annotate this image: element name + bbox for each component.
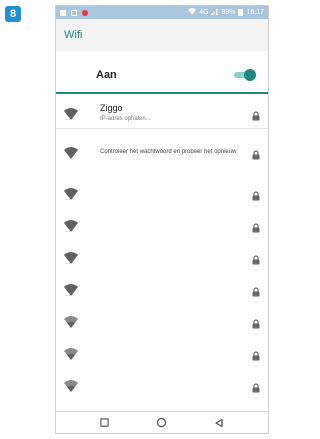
network-name: Ziggo bbox=[100, 103, 123, 113]
lock-icon bbox=[252, 348, 260, 361]
network-item[interactable]: Controleer het wachtwoord en probeer het… bbox=[56, 129, 268, 177]
wifi-signal-icon bbox=[64, 283, 78, 296]
notification-icon bbox=[60, 9, 66, 16]
network-item[interactable] bbox=[56, 305, 268, 337]
wifi-signal-icon bbox=[64, 146, 78, 159]
home-circle-icon[interactable] bbox=[154, 415, 170, 431]
network-item[interactable] bbox=[56, 273, 268, 305]
network-status: Controleer het wachtwoord en probeer het… bbox=[100, 149, 237, 155]
lock-icon bbox=[252, 220, 260, 233]
network-item[interactable] bbox=[56, 369, 268, 401]
phone-screen: 4G 89% 16:17 Wifi Aan Ziggo IP-adres opha… bbox=[55, 5, 269, 434]
lock-icon bbox=[252, 284, 260, 297]
wifi-signal-icon bbox=[64, 219, 78, 232]
signal-icon bbox=[211, 8, 218, 17]
lock-icon bbox=[252, 316, 260, 329]
recents-square-icon[interactable] bbox=[97, 415, 113, 431]
network-item[interactable] bbox=[56, 241, 268, 273]
network-item[interactable] bbox=[56, 209, 268, 241]
wifi-switch-label: Aan bbox=[96, 69, 117, 81]
network-item[interactable] bbox=[56, 337, 268, 369]
step-number-badge: 8 bbox=[5, 6, 21, 22]
wifi-signal-icon bbox=[64, 379, 78, 392]
battery-percent: 89% bbox=[221, 9, 236, 16]
navigation-bar bbox=[56, 411, 268, 433]
network-list: Ziggo IP-adres ophalen... Controleer het w… bbox=[56, 96, 268, 401]
notification-dot-icon bbox=[82, 9, 88, 16]
wifi-master-switch-row[interactable]: Aan bbox=[56, 58, 268, 94]
network-item[interactable] bbox=[56, 177, 268, 209]
wifi-signal-icon bbox=[64, 187, 78, 200]
network-item[interactable]: Ziggo IP-adres ophalen... bbox=[56, 96, 268, 129]
wifi-signal-icon bbox=[64, 347, 78, 360]
wifi-toggle[interactable] bbox=[234, 69, 256, 81]
app-bar: Wifi bbox=[56, 19, 268, 51]
wifi-signal-icon bbox=[64, 107, 78, 120]
lock-icon bbox=[252, 108, 260, 121]
battery-icon bbox=[238, 9, 244, 16]
wifi-signal-icon bbox=[64, 251, 78, 264]
lock-icon bbox=[252, 188, 260, 201]
lock-icon bbox=[252, 147, 260, 160]
notification-icon bbox=[71, 9, 77, 16]
network-type: 4G bbox=[199, 9, 209, 16]
clock: 16:17 bbox=[246, 9, 264, 16]
network-status: IP-adres ophalen... bbox=[100, 116, 151, 122]
page-title: Wifi bbox=[64, 29, 83, 41]
lock-icon bbox=[252, 252, 260, 265]
back-triangle-icon[interactable] bbox=[211, 415, 227, 431]
wifi-status-icon bbox=[188, 8, 197, 17]
wifi-signal-icon bbox=[64, 315, 78, 328]
lock-icon bbox=[252, 380, 260, 393]
status-bar: 4G 89% 16:17 bbox=[56, 6, 268, 19]
